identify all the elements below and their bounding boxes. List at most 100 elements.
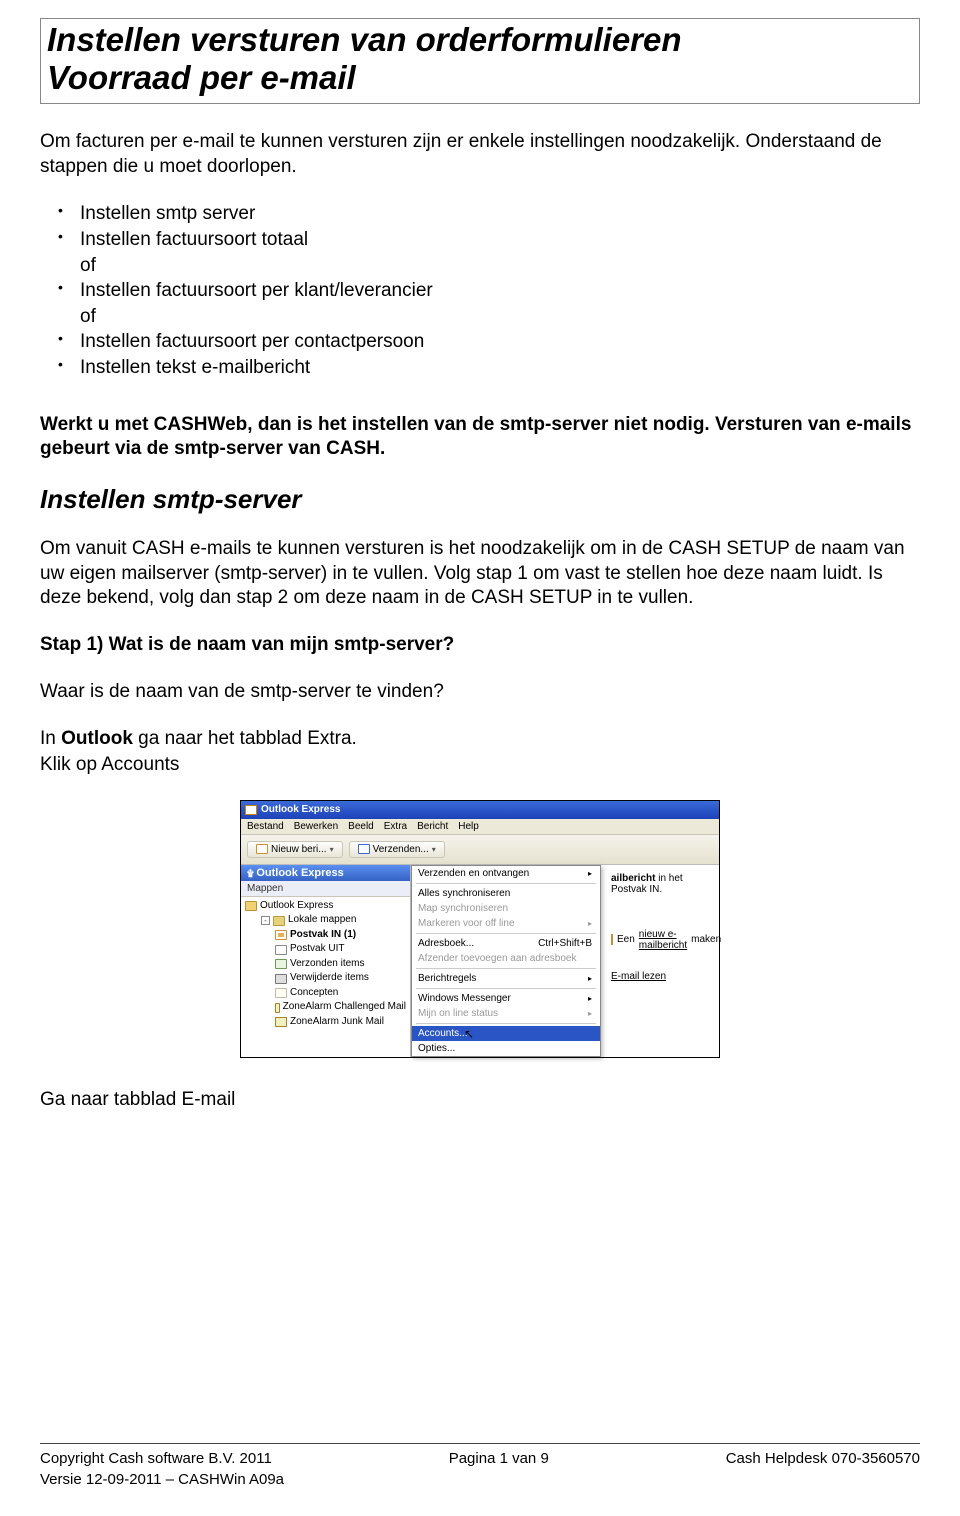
menu-windows-messenger[interactable]: Windows Messenger▸: [412, 991, 600, 1006]
menu-help[interactable]: Help: [458, 821, 479, 832]
text: maken: [691, 934, 721, 945]
page-title: Instellen versturen van orderformulieren…: [47, 21, 913, 97]
right-content: ailbericht in het Postvak IN. Een nieuw …: [611, 873, 713, 982]
toolbar: Nieuw beri... ▾ Verzenden... ▾: [241, 835, 719, 865]
menu-afzender-toevoegen: Afzender toevoegen aan adresboek: [412, 951, 600, 966]
label: Postvak UIT: [290, 942, 344, 957]
tree-root[interactable]: Outlook Express: [245, 899, 406, 914]
label: Verzenden...: [373, 844, 429, 855]
outlook-express-screenshot: Outlook Express Bestand Bewerken Beeld E…: [240, 800, 720, 1058]
tree-sent[interactable]: Verzonden items: [245, 957, 406, 972]
label: Accounts...: [418, 1028, 467, 1039]
tree-local[interactable]: - Lokale mappen: [245, 913, 406, 928]
outbox-icon: [275, 945, 287, 955]
menu-markeren-offline: Markeren voor off line ▸: [412, 916, 600, 931]
menu-opties[interactable]: Opties...: [412, 1041, 600, 1056]
menu-bewerken[interactable]: Bewerken: [294, 821, 338, 832]
step-item: Instellen tekst e-mailbericht: [80, 355, 920, 381]
menu-bestand[interactable]: Bestand: [247, 821, 284, 832]
mail-icon: [611, 934, 613, 945]
menu-berichtregels[interactable]: Berichtregels▸: [412, 971, 600, 986]
label: Alles synchroniseren: [418, 888, 510, 899]
tree-drafts[interactable]: Concepten: [245, 986, 406, 1001]
submenu-arrow-icon: ▸: [588, 1009, 592, 1018]
menu-online-status: Mijn on line status ▸: [412, 1006, 600, 1021]
menu-verzenden-ontvangen[interactable]: Verzenden en ontvangen▸: [412, 866, 600, 881]
read-mail-link[interactable]: E-mail lezen: [611, 971, 713, 982]
label: Lokale mappen: [288, 913, 356, 928]
label: Windows Messenger: [418, 993, 511, 1004]
label: Afzender toevoegen aan adresboek: [418, 953, 576, 964]
label: ZoneAlarm Challenged Mail: [283, 1000, 406, 1015]
text: Een: [617, 934, 635, 945]
label: Postvak IN (1): [290, 928, 356, 943]
outlook-instruction-1: In Outlook ga naar het tabblad Extra.: [40, 727, 920, 752]
label: Mijn on line status: [418, 1008, 498, 1019]
step-item: Instellen factuursoort per contactpersoo…: [80, 329, 920, 355]
menubar: Bestand Bewerken Beeld Extra Bericht Hel…: [241, 819, 719, 835]
outlook-bold: Outlook: [61, 728, 133, 749]
step-or: of: [80, 304, 920, 330]
label: Berichtregels: [418, 973, 476, 984]
label: Map synchroniseren: [418, 903, 508, 914]
label: Adresboek...: [418, 938, 474, 949]
window-title: Outlook Express: [261, 804, 340, 815]
tree-za-challenged[interactable]: ZoneAlarm Challenged Mail: [245, 1000, 406, 1015]
toolbar-new-button[interactable]: Nieuw beri... ▾: [247, 841, 343, 858]
window-body: ۩ Outlook Express Mappen Outlook Express…: [241, 865, 719, 1057]
separator: [416, 968, 596, 969]
tree-outbox[interactable]: Postvak UIT: [245, 942, 406, 957]
cashweb-note: Werkt u met CASHWeb, dan is het instelle…: [40, 413, 920, 462]
intro-paragraph: Om facturen per e-mail te kunnen verstur…: [40, 130, 920, 179]
menu-bericht[interactable]: Bericht: [417, 821, 448, 832]
sent-icon: [275, 959, 287, 969]
collapse-icon[interactable]: -: [261, 916, 270, 925]
tree-za-junk[interactable]: ZoneAlarm Junk Mail: [245, 1015, 406, 1030]
new-mail-link[interactable]: Een nieuw e-mailbericht maken: [611, 929, 713, 951]
extra-dropdown-menu: Verzenden en ontvangen▸ Alles synchronis…: [411, 865, 601, 1057]
label: Outlook Express: [260, 899, 333, 914]
text: Outlook Express: [256, 867, 343, 879]
menu-accounts[interactable]: Accounts... ↖: [412, 1026, 600, 1041]
step-item: Instellen smtp server: [80, 201, 920, 227]
link-text: E-mail lezen: [611, 971, 666, 982]
footer-helpdesk: Cash Helpdesk 070-3560570: [726, 1448, 920, 1469]
menu-adresboek[interactable]: Adresboek...Ctrl+Shift+B: [412, 936, 600, 951]
left-pane: ۩ Outlook Express Mappen Outlook Express…: [241, 865, 411, 1057]
label: Opties...: [418, 1043, 455, 1054]
tree-inbox[interactable]: Postvak IN (1): [245, 928, 406, 943]
left-subheader: Mappen: [241, 881, 410, 897]
after-screenshot-text: Ga naar tabblad E-mail: [40, 1088, 920, 1113]
label: Concepten: [290, 986, 338, 1001]
label: Verwijderde items: [290, 971, 369, 986]
section-heading: Instellen smtp-server: [40, 484, 920, 515]
section-paragraph: Om vanuit CASH e-mails te kunnen verstur…: [40, 537, 920, 611]
label: Verzonden items: [290, 957, 365, 972]
step-item: Instellen factuursoort totaal: [80, 227, 920, 253]
menu-beeld[interactable]: Beeld: [348, 821, 374, 832]
cursor-icon: ↖: [464, 1027, 474, 1041]
tree-deleted[interactable]: Verwijderde items: [245, 971, 406, 986]
folder-icon: [273, 916, 285, 926]
chevron-down-icon: ▾: [330, 845, 334, 854]
right-pane: Verzenden en ontvangen▸ Alles synchronis…: [411, 865, 719, 1057]
submenu-arrow-icon: ▸: [588, 919, 592, 928]
folder-icon: [275, 1003, 280, 1013]
label: Markeren voor off line: [418, 918, 515, 929]
label: Nieuw beri...: [271, 844, 327, 855]
separator: [416, 1023, 596, 1024]
menu-extra[interactable]: Extra: [384, 821, 407, 832]
text: In: [40, 728, 61, 749]
separator: [416, 883, 596, 884]
home-icon: [245, 901, 257, 911]
toolbar-send-button[interactable]: Verzenden... ▾: [349, 841, 445, 858]
title-line-1: Instellen versturen van orderformulieren: [47, 21, 682, 58]
folder-icon: [275, 1017, 287, 1027]
drafts-icon: [275, 988, 287, 998]
menu-alles-synchroniseren[interactable]: Alles synchroniseren: [412, 886, 600, 901]
footer-page-number: Pagina 1 van 9: [449, 1448, 549, 1469]
mail-icon: [256, 844, 268, 854]
label: ZoneAlarm Junk Mail: [290, 1015, 384, 1030]
outlook-instruction-2: Klik op Accounts: [40, 753, 920, 778]
inbox-icon: [275, 930, 287, 940]
